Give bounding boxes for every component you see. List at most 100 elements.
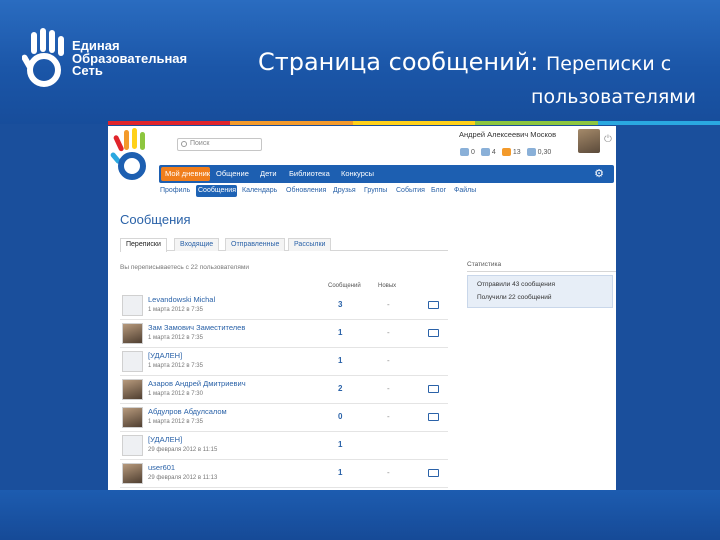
counter-contacts-value: 4 — [491, 148, 496, 156]
row-user-name[interactable]: Levandowski Michal — [148, 295, 215, 304]
subnav-updates[interactable]: Обновления — [286, 187, 326, 194]
logo-line-3: Сеть — [72, 63, 103, 78]
send-message-icon[interactable] — [428, 329, 439, 337]
nav-item-library[interactable]: Библиотека — [289, 169, 330, 178]
subnav-blog[interactable]: Блог — [431, 187, 446, 194]
stats-divider — [467, 271, 616, 272]
table-row[interactable]: Levandowski Michal 1 марта 2012 в 7:35 3 - — [120, 292, 448, 320]
row-message-count[interactable]: 1 — [338, 328, 342, 337]
row-date: 1 марта 2012 в 7:30 — [148, 391, 203, 397]
row-avatar[interactable] — [122, 379, 143, 400]
subnav-calendar[interactable]: Календарь — [242, 187, 277, 194]
tab-inbox[interactable]: Входящие — [174, 238, 220, 251]
table-row[interactable]: Азаров Андрей Дмитриевич 1 марта 2012 в 7… — [120, 376, 448, 404]
row-new-count: - — [387, 300, 390, 309]
subnav-friends[interactable]: Друзья — [333, 187, 356, 194]
row-date: 29 февраля 2012 в 11:13 — [148, 475, 218, 481]
stripe-segment — [475, 121, 598, 125]
stats-received: Получили 22 сообщений — [477, 294, 552, 301]
stripe-segment — [597, 121, 720, 125]
subnav-events[interactable]: События — [396, 187, 425, 194]
main-nav: Мой дневник Общение Дети Библиотека Конк… — [159, 165, 614, 183]
table-row[interactable]: Зам Замович Заместителев 1 марта 2012 в 7… — [120, 320, 448, 348]
row-date: 1 марта 2012 в 7:35 — [148, 363, 203, 369]
nav-item-contests[interactable]: Конкурсы — [341, 169, 374, 178]
subnav-files[interactable]: Файлы — [454, 187, 476, 194]
nav-item-communication[interactable]: Общение — [216, 169, 249, 178]
row-message-count[interactable]: 1 — [338, 440, 342, 449]
subnav-messages[interactable]: Сообщения — [198, 187, 236, 194]
counter-rating[interactable]: 0,30 — [526, 148, 552, 156]
notifications-icon — [501, 148, 511, 156]
row-new-count: - — [387, 468, 390, 477]
logo-wordmark: Единая Образовательная Сеть — [72, 39, 187, 78]
row-message-count[interactable]: 1 — [338, 356, 342, 365]
row-avatar[interactable] — [122, 407, 143, 428]
column-header-new: Новых — [378, 283, 397, 289]
row-message-count[interactable]: 3 — [338, 300, 342, 309]
site-logo: Единая Образовательная Сеть — [22, 28, 222, 88]
user-name-link[interactable]: Андрей Алексеевич Москов — [459, 130, 556, 139]
row-user-name[interactable]: [УДАЛЕН] — [148, 351, 182, 360]
counter-contacts[interactable]: 4 — [480, 148, 496, 156]
site-hand-icon — [110, 128, 146, 180]
user-avatar[interactable] — [578, 129, 600, 153]
send-message-icon[interactable] — [428, 413, 439, 421]
stripe-segment — [108, 121, 231, 125]
stats-heading: Статистика — [467, 261, 502, 268]
row-message-count[interactable]: 0 — [338, 412, 342, 421]
nav-item-diary[interactable]: Мой дневник — [165, 169, 210, 178]
row-message-count[interactable]: 2 — [338, 384, 342, 393]
row-date: 29 февраля 2012 в 11:15 — [148, 447, 218, 453]
table-row[interactable]: user601 29 февраля 2012 в 11:13 1 - — [120, 460, 448, 488]
subnav-groups[interactable]: Группы — [364, 187, 387, 194]
table-row[interactable]: [УДАЛЕН] 1 марта 2012 в 7:35 1 - — [120, 348, 448, 376]
row-avatar[interactable] — [122, 435, 143, 456]
stripe-segment — [230, 121, 353, 125]
row-avatar[interactable] — [122, 351, 143, 372]
row-avatar[interactable] — [122, 323, 143, 344]
row-new-count: - — [387, 328, 390, 337]
row-user-name[interactable]: Зам Замович Заместителев — [148, 323, 245, 332]
row-date: 1 марта 2012 в 7:35 — [148, 307, 203, 313]
conversations-summary: Вы переписываетесь с 22 пользователями — [120, 264, 249, 271]
row-user-name[interactable]: Абдулров Абдулсалом — [148, 407, 227, 416]
row-new-count: - — [387, 412, 390, 421]
settings-gear-icon[interactable]: ⚙ — [594, 167, 604, 180]
slide-title-sub: Переписки с — [545, 53, 672, 75]
counter-notifications-value: 13 — [512, 148, 521, 156]
send-message-icon[interactable] — [428, 301, 439, 309]
stripe-segment — [352, 121, 476, 125]
slide-title-main: Страница сообщений: — [258, 48, 546, 76]
send-message-icon[interactable] — [428, 469, 439, 477]
row-new-count: - — [387, 384, 390, 393]
tab-mailings[interactable]: Рассылки — [288, 238, 332, 251]
row-date: 1 марта 2012 в 7:35 — [148, 419, 203, 425]
row-message-count[interactable]: 1 — [338, 468, 342, 477]
tab-sent[interactable]: Отправленные — [225, 238, 286, 251]
tab-conversations[interactable]: Переписки — [120, 238, 167, 252]
nav-item-children[interactable]: Дети — [260, 169, 277, 178]
column-header-messages: Сообщений — [328, 283, 361, 289]
table-row[interactable]: Абдулров Абдулсалом 1 марта 2012 в 7:35 0 - — [120, 404, 448, 432]
row-user-name[interactable]: user601 — [148, 463, 175, 472]
slide-title-line2: пользователями — [531, 86, 696, 108]
subnav-profile[interactable]: Профиль — [160, 187, 190, 194]
send-message-icon[interactable] — [428, 385, 439, 393]
row-user-name[interactable]: Азаров Андрей Дмитриевич — [148, 379, 246, 388]
logout-icon[interactable]: ⏻ — [604, 134, 612, 145]
stats-box: Отправили 43 сообщения Получили 22 сообщ… — [467, 275, 613, 308]
row-date: 1 марта 2012 в 7:35 — [148, 335, 203, 341]
contacts-icon — [480, 148, 490, 156]
screenshot-panel: Поиск Андрей Алексеевич Москов ⏻ 0 4 13 … — [108, 126, 616, 490]
counter-rating-value: 0,30 — [537, 148, 552, 156]
counter-notifications[interactable]: 13 — [501, 148, 521, 156]
messages-icon — [460, 148, 469, 156]
row-user-name[interactable]: [УДАЛЕН] — [148, 435, 182, 444]
row-avatar[interactable] — [122, 295, 143, 316]
search-input[interactable]: Поиск — [177, 138, 262, 151]
row-avatar[interactable] — [122, 463, 143, 484]
table-row[interactable]: [УДАЛЕН] 29 февраля 2012 в 11:15 1 — [120, 432, 448, 460]
counter-messages[interactable]: 0 — [460, 148, 475, 156]
page-title: Сообщения — [120, 212, 191, 227]
